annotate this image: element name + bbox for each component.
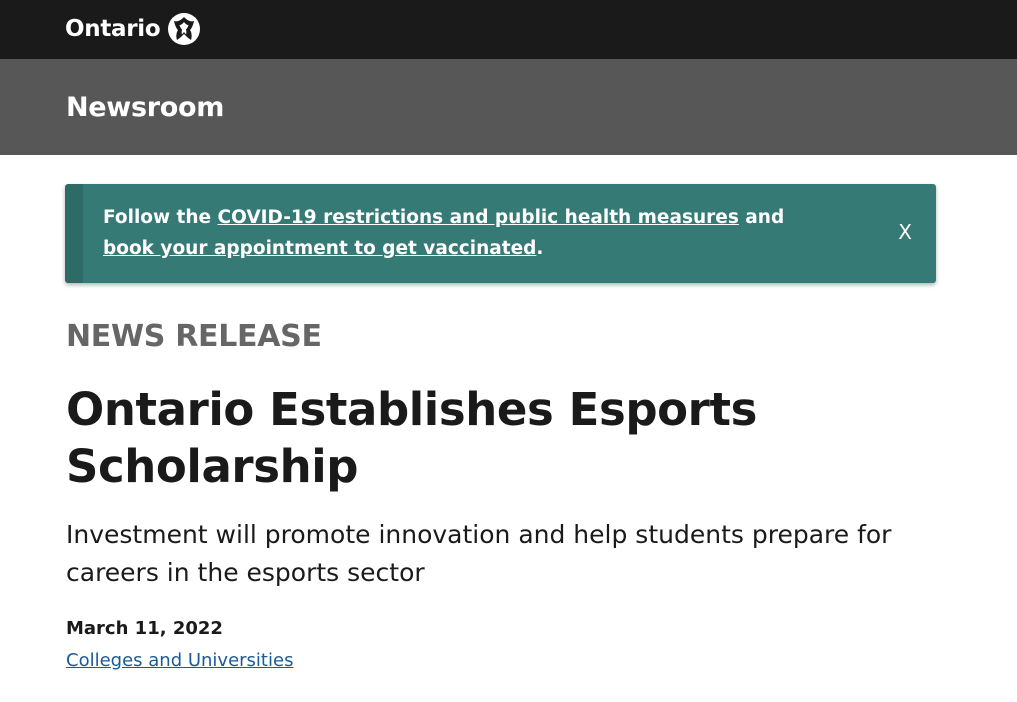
alert-message: Follow the COVID-19 restrictions and pub…: [103, 202, 803, 264]
ministry-link[interactable]: Colleges and Universities: [66, 649, 293, 673]
article-subheadline: Investment will promote innovation and h…: [66, 520, 892, 587]
covid-restrictions-link[interactable]: COVID-19 restrictions and public health …: [218, 207, 739, 228]
alert-close-button[interactable]: X: [898, 220, 912, 244]
covid-alert-banner: Follow the COVID-19 restrictions and pub…: [65, 184, 936, 283]
alert-suffix: .: [536, 238, 544, 259]
alert-prefix: Follow the: [103, 207, 218, 228]
alert-middle: and: [738, 207, 785, 228]
newsroom-banner: Newsroom: [0, 59, 1017, 155]
ontario-logo-link[interactable]: Ontario: [65, 12, 201, 46]
page-title: Ontario Establishes Esports Scholarship: [66, 383, 757, 493]
vaccine-appointment-link[interactable]: book your appointment to get vaccinated: [103, 238, 536, 259]
logo-text: Ontario: [65, 16, 161, 42]
newsroom-title-link[interactable]: Newsroom: [66, 92, 224, 124]
release-date: March 11, 2022: [66, 618, 223, 639]
ontario-trillium-icon: [168, 13, 201, 45]
top-bar: Ontario: [0, 0, 1017, 59]
news-release-label: NEWS RELEASE: [66, 319, 322, 354]
